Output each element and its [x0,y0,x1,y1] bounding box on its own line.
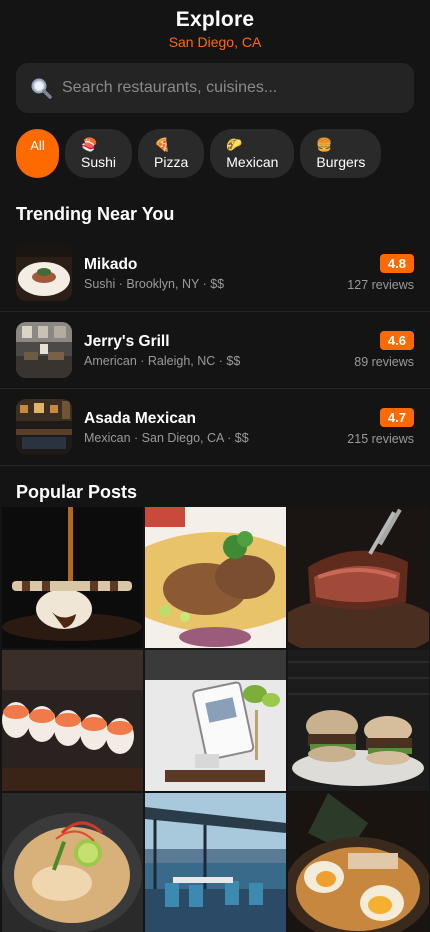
post-tile-egg-ramen[interactable] [288,793,429,932]
restaurant-meta: American · Raleigh, NC · $$ [84,353,241,368]
post-tile-burgers[interactable] [288,650,429,791]
category-chips: All 🍣 Sushi 🍕 Pizza 🌮 Mexican 🍔 Burgers [0,113,430,178]
review-count: 127 reviews [347,278,414,292]
post-tile-patio[interactable] [145,793,286,932]
post-tile-sushi[interactable] [2,650,143,791]
post-tile-ramen[interactable] [2,793,143,932]
pizza-icon: 🍕 [154,136,171,152]
trending-list: Mikado Sushi · Brooklyn, NY · $$ 4.8 127… [0,235,430,466]
page-title: Explore [175,8,255,31]
chip-label: Pizza [154,153,189,170]
post-tile-menu-tablet[interactable] [145,650,286,791]
post-tile-steak[interactable] [288,507,429,648]
restaurant-thumbnail [16,399,72,455]
restaurant-row[interactable]: Jerry's Grill American · Raleigh, NC · $… [0,312,430,389]
chip-label: Sushi [81,153,117,170]
review-count: 89 reviews [354,355,414,369]
post-tile-dessert[interactable] [2,507,143,648]
search-input[interactable] [62,79,382,97]
explore-screen: Explore San Diego, CA All 🍣 Sushi 🍕 Pizz… [0,0,430,932]
trending-section-title: Trending Near You [16,204,175,224]
restaurant-name: Mikado [84,255,138,273]
chip-mexican[interactable]: 🌮 Mexican [210,129,295,178]
sushi-icon: 🍣 [81,136,98,152]
rating-badge: 4.7 [379,408,414,427]
burger-icon: 🍔 [316,136,333,152]
posts-grid [2,507,429,932]
chip-pizza[interactable]: 🍕 Pizza [138,129,205,178]
restaurant-row[interactable]: Mikado Sushi · Brooklyn, NY · $$ 4.8 127… [0,235,430,312]
chip-label: Mexican [226,153,279,170]
post-tile-tacos[interactable] [145,507,286,648]
restaurant-thumbnail [16,322,72,378]
header: Explore San Diego, CA [0,0,430,58]
chip-label: Burgers [316,153,366,170]
chip-all[interactable]: All [16,129,59,178]
restaurant-row[interactable]: Asada Mexican Mexican · San Diego, CA · … [0,389,430,466]
review-count: 215 reviews [347,432,414,446]
restaurant-name: Jerry's Grill [84,332,170,350]
restaurant-thumbnail [16,245,72,301]
restaurant-meta: Mexican · San Diego, CA · $$ [84,430,249,445]
rating-badge: 4.6 [379,331,414,350]
restaurant-meta: Sushi · Brooklyn, NY · $$ [84,276,225,291]
chip-label: All [30,138,45,153]
rating-badge: 4.8 [379,254,414,273]
restaurant-name: Asada Mexican [84,409,196,427]
taco-icon: 🌮 [226,136,243,152]
search-bar[interactable] [16,63,414,113]
posts-section-title: Popular Posts [16,482,138,502]
chip-burgers[interactable]: 🍔 Burgers [300,129,382,178]
chip-sushi[interactable]: 🍣 Sushi [65,129,133,178]
location-label[interactable]: San Diego, CA [0,34,430,50]
search-icon [30,77,52,99]
